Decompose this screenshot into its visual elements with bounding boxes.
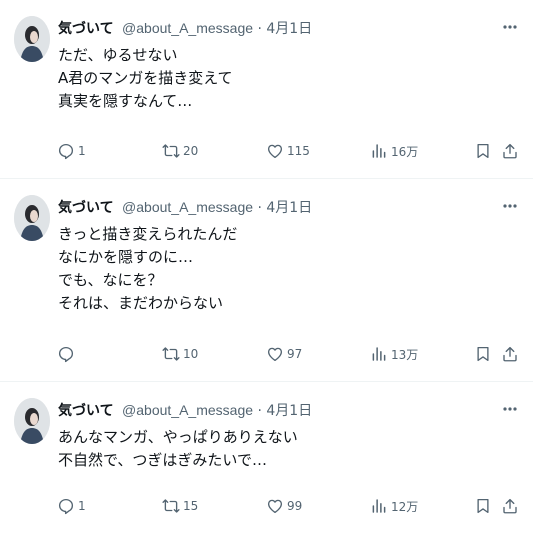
tweet-text: きっと描き変えられたんだ なにかを隠すのに… でも、なにを？ それは、まだわから… — [58, 223, 237, 315]
tweet[interactable]: 気づいて @about_A_message · 4月1日 きっと描き変えられたん… — [0, 179, 533, 381]
bookmark-icon — [477, 498, 489, 514]
retweet-count: 20 — [183, 144, 199, 158]
separator-dot: · — [257, 200, 262, 216]
author-name[interactable]: 気づいて — [58, 21, 114, 37]
bookmark-button[interactable] — [474, 342, 492, 366]
separator-dot: · — [257, 21, 262, 37]
reply-button[interactable] — [57, 342, 78, 366]
views-icon — [372, 347, 386, 361]
share-button[interactable] — [501, 139, 519, 163]
tweet-date[interactable]: 4月1日 — [266, 21, 312, 37]
more-options-icon[interactable] — [501, 18, 519, 36]
avatar[interactable] — [14, 195, 50, 241]
reply-button[interactable]: 1 — [57, 494, 86, 518]
retweet-button[interactable]: 20 — [162, 139, 198, 163]
action-bar: 1 15 99 12万 — [0, 494, 533, 518]
retweet-icon — [162, 499, 180, 513]
more-options-icon[interactable] — [501, 400, 519, 418]
share-icon — [503, 498, 517, 514]
retweet-button[interactable]: 10 — [162, 342, 198, 366]
views-button[interactable]: 13万 — [370, 342, 418, 366]
reply-count: 1 — [78, 499, 86, 513]
tweet-header: 気づいて @about_A_message · 4月1日 — [58, 18, 312, 38]
views-button[interactable]: 12万 — [370, 494, 418, 518]
bookmark-button[interactable] — [474, 139, 492, 163]
views-count: 12万 — [391, 499, 419, 514]
tweet-date[interactable]: 4月1日 — [266, 403, 312, 419]
author-name[interactable]: 気づいて — [58, 403, 114, 419]
reply-icon — [58, 498, 74, 515]
reply-icon — [58, 143, 74, 160]
like-count: 99 — [287, 499, 303, 513]
like-button[interactable]: 97 — [266, 342, 302, 366]
tweet-text-line: きっと描き変えられたんだ — [58, 225, 238, 243]
views-count: 16万 — [391, 144, 419, 159]
retweet-icon — [162, 144, 180, 158]
views-icon — [372, 144, 386, 158]
tweet[interactable]: 気づいて @about_A_message · 4月1日 ただ、ゆるせない A君… — [0, 0, 533, 178]
tweet-date[interactable]: 4月1日 — [266, 200, 312, 216]
tweet-text-line: 不自然で、つぎはぎみたいで… — [58, 451, 267, 469]
tweet-text-line: 真実を隠すなんて… — [58, 92, 193, 110]
bookmark-icon — [477, 346, 489, 362]
action-bar: 10 97 13万 — [0, 342, 533, 366]
tweet-text: あんなマンガ、やっぱりありえない 不自然で、つぎはぎみたいで… — [58, 426, 298, 472]
action-bar: 1 20 115 16万 — [0, 139, 533, 163]
like-count: 115 — [287, 144, 310, 158]
reply-button[interactable]: 1 — [57, 139, 86, 163]
share-button[interactable] — [501, 494, 519, 518]
bookmark-button[interactable] — [474, 494, 492, 518]
retweet-count: 10 — [183, 347, 199, 361]
retweet-button[interactable]: 15 — [162, 494, 198, 518]
share-icon — [503, 143, 517, 159]
tweet-text-line: ただ、ゆるせない — [58, 46, 178, 64]
author-handle[interactable]: @about_A_message — [122, 20, 253, 36]
heart-icon — [267, 499, 283, 514]
like-count: 97 — [287, 347, 303, 361]
retweet-count: 15 — [183, 499, 199, 513]
bookmark-icon — [477, 143, 489, 159]
avatar[interactable] — [14, 16, 50, 62]
like-button[interactable]: 115 — [266, 139, 310, 163]
reply-count: 1 — [78, 144, 86, 158]
separator-dot: · — [257, 403, 262, 419]
tweet-header: 気づいて @about_A_message · 4月1日 — [58, 197, 312, 217]
retweet-icon — [162, 347, 180, 361]
views-icon — [372, 499, 386, 513]
tweet-text: ただ、ゆるせない A君のマンガを描き変えて 真実を隠すなんて… — [58, 44, 233, 113]
tweet-text-line: それは、まだわからない — [58, 294, 224, 312]
tweet-text-line: あんなマンガ、やっぱりありえない — [58, 428, 298, 446]
heart-icon — [267, 347, 283, 362]
tweet[interactable]: 気づいて @about_A_message · 4月1日 あんなマンガ、やっぱり… — [0, 382, 533, 533]
tweet-text-line: なにかを隠すのに… — [58, 248, 194, 266]
share-button[interactable] — [501, 342, 519, 366]
heart-icon — [267, 144, 283, 159]
author-name[interactable]: 気づいて — [58, 200, 114, 216]
avatar[interactable] — [14, 398, 50, 444]
timeline: 気づいて @about_A_message · 4月1日 ただ、ゆるせない A君… — [0, 0, 533, 533]
tweet-text-line: A君のマンガを描き変えて — [58, 69, 233, 87]
like-button[interactable]: 99 — [266, 494, 302, 518]
author-handle[interactable]: @about_A_message — [122, 402, 253, 418]
tweet-text-line: でも、なにを？ — [58, 271, 163, 289]
reply-icon — [58, 346, 74, 363]
share-icon — [503, 346, 517, 362]
views-button[interactable]: 16万 — [370, 139, 418, 163]
more-options-icon[interactable] — [501, 197, 519, 215]
views-count: 13万 — [391, 347, 419, 362]
author-handle[interactable]: @about_A_message — [122, 199, 253, 215]
tweet-header: 気づいて @about_A_message · 4月1日 — [58, 400, 312, 420]
